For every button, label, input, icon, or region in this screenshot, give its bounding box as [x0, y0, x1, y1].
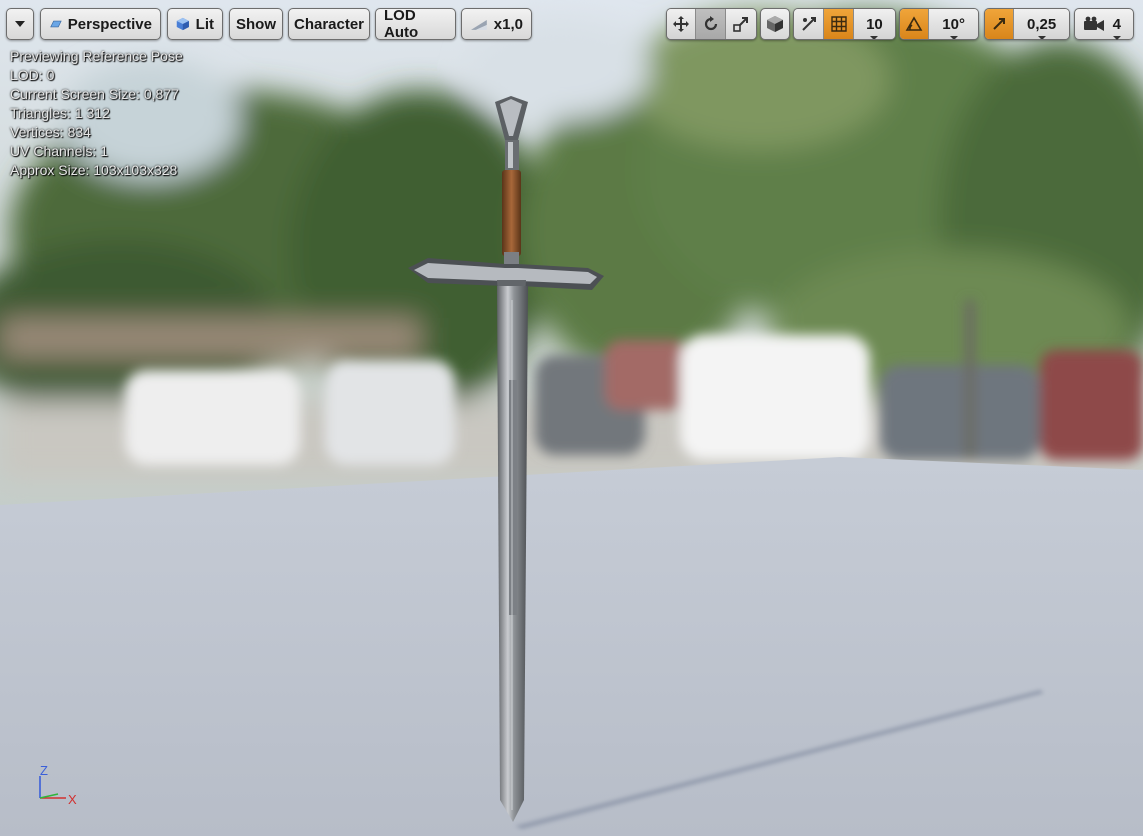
lod-button[interactable]: LOD Auto	[375, 7, 456, 41]
grid-icon	[830, 16, 847, 32]
speed-label: x1,0	[493, 15, 523, 33]
viewport[interactable]: Previewing Reference Pose LOD: 0 Current…	[0, 0, 1143, 836]
scale-snap-toggle[interactable]	[985, 9, 1015, 39]
stat-pose: Previewing Reference Pose	[10, 48, 183, 64]
scale-button[interactable]	[725, 9, 756, 39]
stat-lod: LOD: 0	[10, 67, 55, 83]
character-label: Character	[293, 15, 365, 33]
rotate-icon	[704, 16, 717, 31]
playback-speed-button[interactable]: x1,0	[461, 8, 532, 40]
viewport-stats: Previewing Reference Pose LOD: 0 Current…	[10, 47, 183, 180]
local-space-icon	[767, 16, 783, 32]
translate-button[interactable]	[667, 9, 697, 39]
viewport-options-button[interactable]	[6, 8, 34, 40]
grid-snap-group: 10	[793, 8, 896, 40]
grid-snap-toggle[interactable]	[824, 9, 854, 39]
dropdown-icon	[15, 21, 25, 27]
rotation-snap-value-button[interactable]: 10°	[929, 9, 978, 39]
lit-cube-icon	[176, 17, 189, 31]
character-button[interactable]: Character	[288, 8, 370, 40]
show-button[interactable]: Show	[229, 8, 283, 40]
stat-approx-size: Approx Size: 103x103x328	[10, 162, 178, 178]
perspective-button[interactable]: Perspective	[40, 8, 161, 40]
stat-uv-channels: UV Channels: 1	[10, 143, 109, 159]
camera-icon	[1084, 16, 1104, 31]
rotation-snap-icon	[905, 16, 923, 31]
stat-screen-size: Current Screen Size: 0,877	[10, 86, 179, 102]
stat-vertices: Vertices: 834	[10, 124, 91, 140]
perspective-icon	[50, 20, 62, 28]
axis-indicator: Z X	[39, 763, 77, 807]
rotation-snap-toggle[interactable]	[900, 9, 930, 39]
camera-speed-button[interactable]: 4	[1074, 8, 1134, 40]
surface-snap-button[interactable]	[794, 9, 825, 39]
grid-snap-value: 10	[854, 16, 895, 39]
perspective-label: Perspective	[67, 15, 152, 33]
scale-snap-icon	[993, 18, 1006, 30]
rotate-button[interactable]	[696, 9, 726, 39]
scale-snap-value-button[interactable]: 0,25	[1014, 9, 1069, 39]
axis-z-label: Z	[40, 763, 48, 778]
lod-label: LOD Auto	[384, 7, 419, 41]
camera-speed-value: 4	[1113, 16, 1125, 40]
surface-snap-icon	[801, 17, 816, 31]
scale-snap-group: 0,25	[984, 8, 1070, 40]
speed-icon	[470, 20, 487, 30]
rotation-snap-group: 10°	[899, 8, 979, 40]
local-space-button[interactable]	[760, 8, 790, 40]
stat-triangles: Triangles: 1 312	[10, 105, 110, 121]
translate-icon	[673, 16, 690, 32]
rotation-snap-value: 10°	[930, 16, 977, 39]
scale-snap-value: 0,25	[1015, 16, 1068, 39]
axis-x-label: X	[68, 792, 77, 807]
grid-snap-value-button[interactable]: 10	[853, 9, 895, 39]
lit-button[interactable]: Lit	[167, 8, 223, 40]
show-label: Show	[236, 15, 276, 33]
transform-mode-group	[666, 8, 757, 40]
lit-label: Lit	[195, 15, 214, 33]
scale-icon	[733, 17, 748, 32]
